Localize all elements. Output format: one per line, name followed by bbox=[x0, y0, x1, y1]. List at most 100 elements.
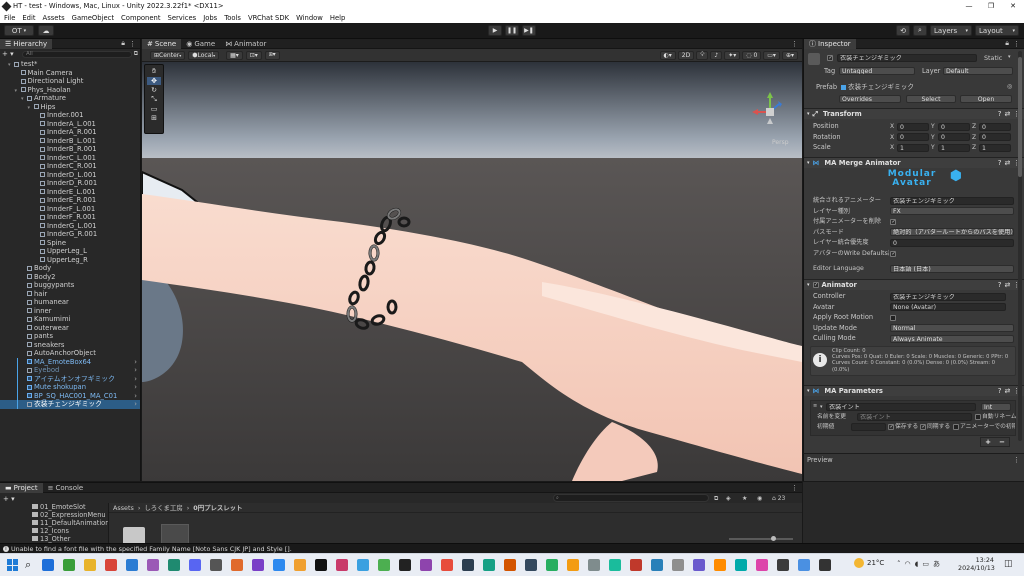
hierarchy-item[interactable]: InnderD_R.001 bbox=[0, 179, 140, 188]
hierarchy-item[interactable]: ▾ Hips bbox=[0, 103, 140, 112]
step-button[interactable]: ▶❚ bbox=[522, 25, 536, 36]
preset-icon[interactable]: ⇄ bbox=[1005, 387, 1011, 395]
ma-dropdown[interactable]: FX bbox=[890, 207, 1014, 216]
default-value-field[interactable] bbox=[851, 423, 886, 431]
snap-settings-button[interactable]: ⧈▾ bbox=[264, 50, 280, 60]
taskbar-app-icon[interactable] bbox=[440, 559, 453, 571]
taskbar-app-icon[interactable] bbox=[83, 559, 96, 571]
taskbar-app-icon[interactable] bbox=[125, 559, 138, 571]
taskbar-app-icon[interactable] bbox=[461, 559, 474, 571]
animator-culling-mode-field[interactable]: Always Animate bbox=[890, 334, 1014, 343]
breadcrumb-folder[interactable]: しろくま工房 bbox=[144, 503, 182, 512]
taskbar-app-icon[interactable] bbox=[650, 559, 663, 571]
taskbar-app-icon[interactable] bbox=[398, 559, 411, 571]
synced-checkbox[interactable] bbox=[920, 424, 926, 430]
help-icon[interactable]: ? bbox=[998, 387, 1002, 395]
hierarchy-item[interactable]: InnderG_R.001 bbox=[0, 230, 140, 239]
chevron-right-icon[interactable]: › bbox=[134, 358, 137, 367]
merge-animator-header[interactable]: ▾ ⋈ MA Merge Animator ? ⇄ ⋮ bbox=[804, 157, 1024, 168]
taskbar-app-icon[interactable] bbox=[104, 559, 117, 571]
animator-controller-field[interactable]: 衣装チェンジギミック bbox=[890, 292, 1006, 301]
taskbar-app-icon[interactable] bbox=[797, 559, 810, 571]
taskbar-app-icon[interactable] bbox=[314, 559, 327, 571]
volume-icon[interactable]: ◖ bbox=[915, 560, 919, 568]
tag-dropdown[interactable]: Untagged bbox=[839, 67, 915, 75]
expand-arrow-icon[interactable]: ▾ bbox=[820, 404, 823, 410]
breadcrumb-current[interactable]: 0円プレスレット bbox=[193, 503, 242, 512]
wifi-icon[interactable]: ◠ bbox=[905, 560, 911, 568]
menu-component[interactable]: Component bbox=[121, 14, 160, 22]
toggle-2d-button[interactable]: 2D bbox=[677, 50, 695, 60]
layers-dropdown[interactable]: Layers ▾ bbox=[930, 25, 972, 36]
axis-z-label[interactable]: Z bbox=[972, 122, 976, 131]
thumbnail-size-slider[interactable] bbox=[729, 536, 793, 541]
prefab-target-icon[interactable]: ◎ bbox=[1007, 83, 1012, 90]
maximize-button[interactable]: ❐ bbox=[980, 2, 1002, 10]
hierarchy-item[interactable]: humanear bbox=[0, 298, 140, 307]
taskbar-app-icon[interactable] bbox=[692, 559, 705, 571]
parameter-type-dropdown[interactable]: Int bbox=[981, 403, 1011, 411]
scale-tool-icon[interactable]: ⤡ bbox=[151, 95, 157, 104]
search-by-label-icon[interactable]: ◈ bbox=[726, 495, 731, 502]
menu-vrchat-sdk[interactable]: VRChat SDK bbox=[248, 14, 289, 22]
static-dropdown-icon[interactable]: ▾ bbox=[1008, 54, 1011, 60]
menu-gameobject[interactable]: GameObject bbox=[72, 14, 114, 22]
ma-dropdown[interactable]: 絶対的（アバタールートからのパスを使用） bbox=[890, 228, 1014, 237]
chevron-right-icon[interactable]: › bbox=[134, 375, 137, 384]
hierarchy-item[interactable]: InnderC_L.001 bbox=[0, 154, 140, 163]
hierarchy-item[interactable]: InnderA_L.001 bbox=[0, 120, 140, 129]
taskbar-app-icon[interactable] bbox=[41, 559, 54, 571]
hierarchy-item[interactable]: pants bbox=[0, 332, 140, 341]
tab-hierarchy[interactable]: ☰ Hierarchy bbox=[0, 38, 53, 49]
hierarchy-item[interactable]: Body bbox=[0, 264, 140, 273]
select-button[interactable]: Select bbox=[906, 95, 956, 103]
axis-y-label[interactable]: Y bbox=[931, 133, 935, 142]
drag-handle-icon[interactable]: ≡ bbox=[813, 403, 817, 409]
layer-dropdown[interactable]: Default bbox=[943, 67, 1013, 75]
help-icon[interactable]: ? bbox=[998, 159, 1002, 167]
transform-scale-y-field[interactable]: 1 bbox=[938, 143, 970, 152]
remove-parameter-button[interactable]: − bbox=[999, 438, 1005, 446]
minimize-button[interactable]: — bbox=[958, 2, 980, 10]
taskbar-app-icon[interactable] bbox=[251, 559, 264, 571]
delete-attached-animator-checkbox[interactable] bbox=[890, 218, 896, 225]
open-button[interactable]: Open bbox=[960, 95, 1012, 103]
taskbar-app-icon[interactable] bbox=[524, 559, 537, 571]
parameters-header[interactable]: ▾ ⋈ MA Parameters ? ⇄ ⋮ bbox=[804, 385, 1024, 396]
hierarchy-item[interactable]: UpperLeg_L bbox=[0, 247, 140, 256]
lock-icon[interactable]: 🔒︎ bbox=[1005, 39, 1009, 48]
taskbar-app-icon[interactable] bbox=[818, 559, 831, 571]
close-button[interactable]: ✕ bbox=[1002, 2, 1024, 10]
hierarchy-item[interactable]: InnderG_L.001 bbox=[0, 222, 140, 231]
apply-root-motion-checkbox[interactable] bbox=[890, 314, 896, 321]
write-defaults-checkbox[interactable] bbox=[890, 250, 896, 257]
hierarchy-item[interactable]: InnderF_L.001 bbox=[0, 205, 140, 214]
hierarchy-item[interactable]: InnderF_R.001 bbox=[0, 213, 140, 222]
help-icon[interactable]: ? bbox=[998, 281, 1002, 289]
layer-priority-field[interactable]: 0 bbox=[890, 238, 1014, 247]
taskbar-app-icon[interactable] bbox=[146, 559, 159, 571]
project-search-input[interactable]: ⌕ bbox=[553, 494, 709, 502]
more-icon[interactable]: ⋮ bbox=[791, 40, 798, 48]
axis-x-label[interactable]: X bbox=[890, 133, 894, 142]
hierarchy-item[interactable]: 衣装チェンジギミック › bbox=[0, 400, 140, 409]
more-icon[interactable]: ⋮ bbox=[1013, 40, 1020, 48]
taskbar-app-icon[interactable] bbox=[62, 559, 75, 571]
hierarchy-item[interactable]: Mute shokupan › bbox=[0, 383, 140, 392]
transform-scale-z-field[interactable]: 1 bbox=[979, 143, 1011, 152]
breadcrumb-assets[interactable]: Assets bbox=[113, 504, 134, 512]
overrides-dropdown[interactable]: Overrides bbox=[839, 95, 901, 103]
taskbar-app-icon[interactable] bbox=[167, 559, 180, 571]
folder-item[interactable]: 13_Other bbox=[32, 535, 70, 543]
effects-icon[interactable]: ✦▾ bbox=[724, 50, 741, 60]
menu-assets[interactable]: Assets bbox=[43, 14, 65, 22]
add-parameter-button[interactable]: + bbox=[985, 438, 991, 446]
transform-position-z-field[interactable]: 0 bbox=[979, 122, 1011, 131]
menu-file[interactable]: File bbox=[4, 14, 15, 22]
hierarchy-item[interactable]: InnderE_L.001 bbox=[0, 188, 140, 197]
taskbar-app-icon[interactable] bbox=[545, 559, 558, 571]
hierarchy-item[interactable]: Directional Light bbox=[0, 77, 140, 86]
rename-field[interactable]: 衣装イント bbox=[857, 413, 972, 421]
axis-y-label[interactable]: Y bbox=[931, 122, 935, 131]
language-icon[interactable]: あ bbox=[933, 559, 940, 569]
